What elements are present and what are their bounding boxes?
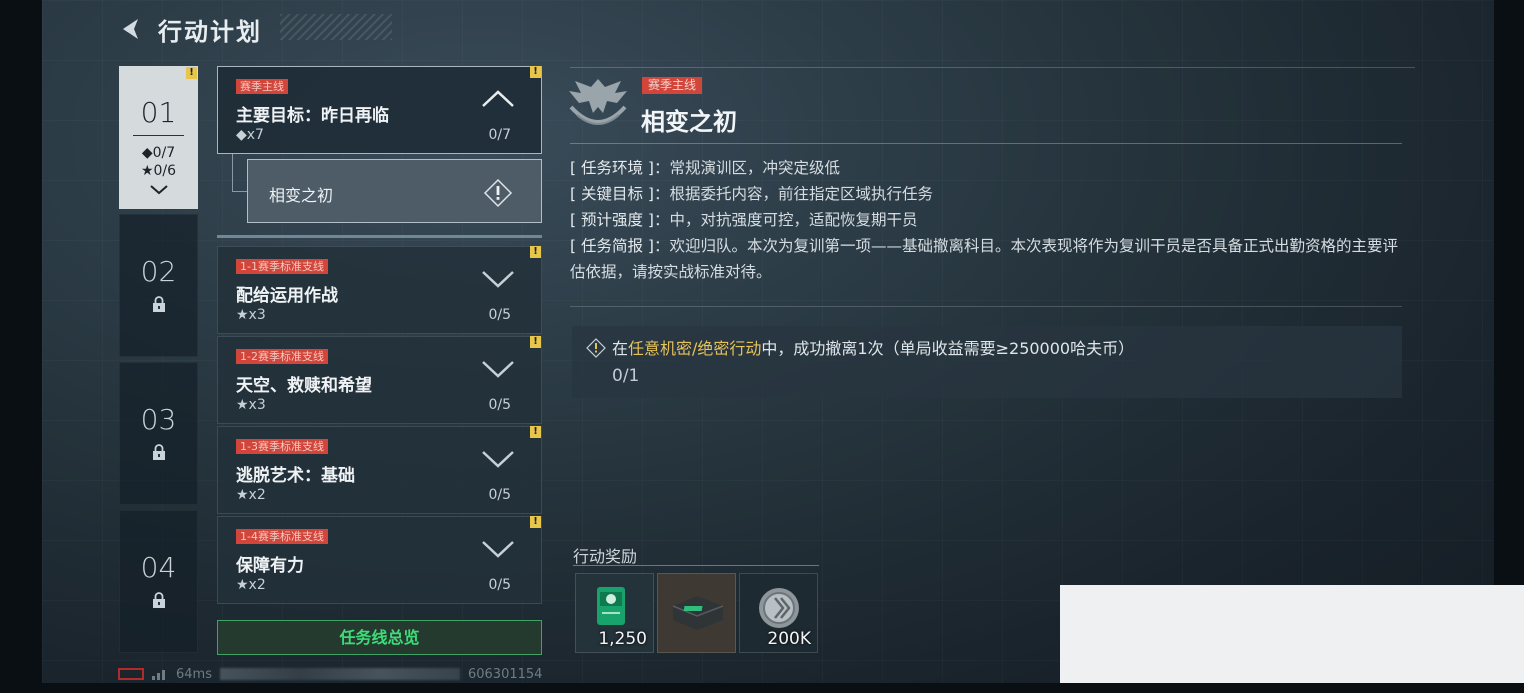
back-arrow-icon[interactable]: [118, 16, 144, 42]
mission-tag: 1-1赛季标准支线: [236, 259, 328, 274]
ping-text: 64ms: [176, 666, 212, 682]
lock-icon: [152, 296, 165, 312]
supply-case-icon: [672, 596, 724, 630]
chevron-down-icon: [149, 185, 168, 195]
rewards-label: 行动奖励: [573, 547, 638, 566]
mission-title: 天空、救赎和希望: [236, 376, 372, 396]
chapter-tab-04[interactable]: 04: [119, 510, 198, 653]
mission-info: [ 任务环境 ]：常规演训区，冲突定级低 [ 关键目标 ]：根据委托内容，前往指…: [570, 159, 1398, 281]
mission-tag: 1-2赛季标准支线: [236, 349, 328, 364]
chapter-tab-03[interactable]: 03: [119, 362, 198, 505]
mission-progress: 0/5: [488, 487, 511, 503]
mission-main[interactable]: 赛季主线 主要目标：昨日再临 ◆x7 0/7: [217, 66, 542, 154]
mission-reward-count: ◆x7: [236, 127, 264, 143]
badge-token-icon: [597, 587, 625, 625]
objective-progress: 0/1: [612, 366, 640, 386]
warning-badge-icon: !: [530, 246, 541, 258]
mission-reward-count: ★x3: [236, 397, 266, 413]
lock-icon: [152, 592, 165, 608]
chevron-down-icon[interactable]: [481, 539, 515, 559]
page-title: 行动计划: [158, 17, 262, 46]
reward-item-case[interactable]: [657, 573, 736, 653]
detail-title: 相变之初: [641, 108, 737, 136]
mission-progress: 0/5: [488, 577, 511, 593]
mission-tag: 1-4赛季标准支线: [236, 529, 328, 544]
detail-tag: 赛季主线: [642, 77, 703, 94]
mission-branch-1[interactable]: 1-1赛季标准支线 配给运用作战 ★x3 0/5: [217, 246, 542, 334]
uid-text: 606301154: [467, 666, 543, 682]
chevron-down-icon[interactable]: [481, 269, 515, 289]
signal-icon: [152, 670, 165, 680]
mission-title: 配给运用作战: [236, 286, 338, 306]
mission-reward-count: ★x2: [236, 577, 266, 593]
chapter-diamond-progress: ◆0/7: [141, 145, 176, 161]
mission-overview-button[interactable]: 任务线总览: [217, 620, 542, 655]
warning-badge-icon: !: [530, 66, 541, 78]
blurred-player-name: [219, 668, 460, 680]
reward-item-badge[interactable]: 1,250: [575, 573, 654, 653]
objective-diamond-icon: [586, 338, 606, 358]
objective-highlight: 任意机密/绝密行动: [628, 339, 762, 358]
mission-reward-count: ★x3: [236, 307, 266, 323]
warning-badge-icon: !: [186, 67, 197, 79]
reward-qty: 200K: [767, 629, 811, 649]
sub-mission-title: 相变之初: [269, 186, 334, 205]
header: 行动计划: [118, 12, 262, 46]
mission-branch-3[interactable]: 1-3赛季标准支线 逃脱艺术：基础 ★x2 0/5: [217, 426, 542, 514]
lock-icon: [152, 444, 165, 460]
title-decoration: [280, 14, 392, 40]
warning-badge-icon: !: [530, 336, 541, 348]
mission-progress: 0/5: [488, 397, 511, 413]
coin-icon: [759, 588, 799, 628]
mission-tag: 1-3赛季标准支线: [236, 439, 328, 454]
chapter-tab-01[interactable]: 01 ◆0/7 ★0/6: [119, 66, 198, 209]
mission-title: 保障有力: [236, 556, 304, 576]
chevron-down-icon[interactable]: [481, 449, 515, 469]
mission-progress: 0/7: [488, 127, 511, 143]
mission-progress: 0/5: [488, 307, 511, 323]
objective-text: 在任意机密/绝密行动中，成功撤离1次（单局收益需要≥250000哈夫币）: [612, 339, 1135, 358]
mission-branch-2[interactable]: 1-2赛季标准支线 天空、救赎和希望 ★x3 0/5: [217, 336, 542, 424]
reward-item-coin[interactable]: 200K: [739, 573, 818, 653]
warning-badge-icon: !: [530, 516, 541, 528]
mission-branch-4[interactable]: 1-4赛季标准支线 保障有力 ★x2 0/5: [217, 516, 542, 604]
chapter-star-progress: ★0/6: [140, 163, 177, 179]
mission-tag: 赛季主线: [236, 79, 288, 94]
chapter-tab-02[interactable]: 02: [119, 214, 198, 357]
mission-title: 逃脱艺术：基础: [236, 466, 355, 486]
sub-mission-item[interactable]: 相变之初: [247, 159, 542, 223]
status-bar: 64ms 606301154: [118, 666, 542, 682]
mission-title: 主要目标：昨日再临: [236, 106, 389, 126]
warning-badge-icon: !: [530, 426, 541, 438]
reward-qty: 1,250: [598, 629, 647, 649]
chevron-up-icon[interactable]: [481, 89, 515, 109]
mission-reward-count: ★x2: [236, 487, 266, 503]
alert-diamond-icon: [483, 178, 513, 208]
objective-box: 在任意机密/绝密行动中，成功撤离1次（单局收益需要≥250000哈夫币） 0/1: [572, 326, 1402, 398]
eagle-emblem-icon: [569, 79, 627, 125]
chevron-down-icon[interactable]: [481, 359, 515, 379]
status-indicator-icon: [118, 668, 144, 680]
